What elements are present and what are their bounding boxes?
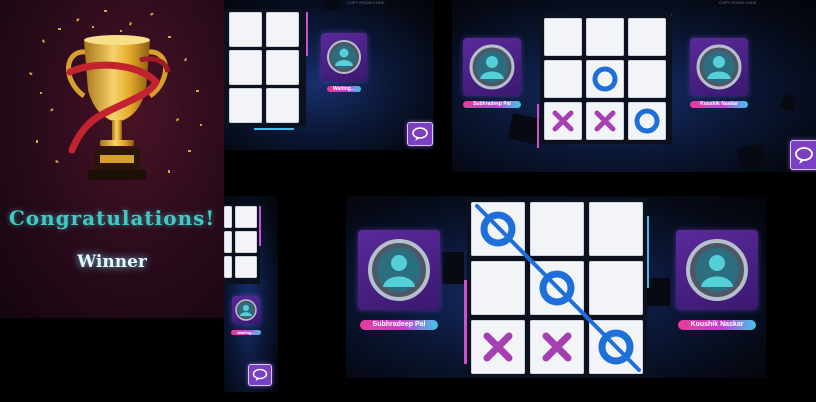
- board-cell[interactable]: [544, 60, 582, 98]
- board-cell[interactable]: [628, 60, 666, 98]
- player-name-tag: Koushik Naskar: [690, 101, 748, 108]
- player-name-tag: Subhradeep Pal: [463, 101, 521, 108]
- chat-icon: [252, 368, 268, 381]
- winner-panel: Congratulations! Winner: [0, 0, 224, 318]
- user-icon: [469, 44, 515, 90]
- player-name-tag: Waiting...: [327, 86, 361, 92]
- congratulations-heading: Congratulations!: [8, 206, 216, 230]
- trophy-icon: [66, 35, 171, 180]
- game-screen-top: COPY ROOM CODE Subhradeep Pal Koushik Na…: [452, 0, 816, 172]
- board-cell-o[interactable]: [586, 60, 624, 98]
- winning-strike-line: [475, 204, 641, 372]
- board-cell[interactable]: [235, 256, 257, 278]
- x-mark-icon: [552, 110, 574, 132]
- decor-cube: [323, 0, 341, 10]
- decor-cube: [737, 143, 767, 172]
- neon-accent: [306, 12, 308, 56]
- board-cell-x[interactable]: [544, 102, 582, 140]
- player-name-tag: Waiting...: [231, 330, 261, 335]
- winner-label: Winner: [77, 252, 147, 272]
- board-cell[interactable]: [235, 231, 257, 253]
- board-cell[interactable]: [266, 50, 299, 85]
- board-cell[interactable]: [224, 256, 232, 278]
- player-avatar: [690, 38, 748, 96]
- decor-cube: [646, 278, 670, 306]
- user-icon: [686, 239, 748, 301]
- o-mark-icon: [592, 66, 618, 92]
- board-cell[interactable]: [628, 18, 666, 56]
- chat-button[interactable]: [407, 122, 433, 146]
- board-cell[interactable]: [235, 206, 257, 228]
- decor-cube: [442, 252, 464, 284]
- room-code-label[interactable]: COPY ROOM CODE: [719, 0, 757, 5]
- game-board: [224, 9, 306, 127]
- player-avatar: [232, 296, 260, 324]
- board-cell[interactable]: [229, 50, 262, 85]
- board-cell[interactable]: [229, 12, 262, 47]
- neon-accent: [254, 128, 294, 130]
- board-cell[interactable]: [229, 88, 262, 123]
- neon-accent: [259, 206, 261, 246]
- board-cell[interactable]: [586, 18, 624, 56]
- user-icon: [368, 239, 430, 301]
- chat-icon: [412, 127, 428, 141]
- x-mark-icon: [594, 110, 616, 132]
- player-avatar: [676, 230, 758, 310]
- player-avatar: [463, 38, 521, 96]
- board-cell-x[interactable]: [586, 102, 624, 140]
- decor-cube: [780, 94, 798, 112]
- game-screen-final: Subhradeep Pal Koushik Naskar: [346, 196, 766, 378]
- chat-button[interactable]: [248, 364, 272, 386]
- game-board: [540, 14, 672, 144]
- user-icon: [327, 40, 361, 74]
- user-icon: [696, 44, 742, 90]
- room-code-label[interactable]: COPY ROOM CODE: [347, 0, 385, 5]
- chat-button[interactable]: [790, 140, 816, 170]
- game-board: [467, 198, 647, 378]
- o-mark-icon: [634, 108, 660, 134]
- neon-accent: [537, 104, 539, 148]
- board-cell[interactable]: [224, 206, 232, 228]
- player-avatar: [321, 33, 367, 81]
- board-cell[interactable]: [224, 231, 232, 253]
- board-cell[interactable]: [544, 18, 582, 56]
- game-board: [224, 204, 260, 284]
- board-cell[interactable]: [266, 12, 299, 47]
- player-name-tag: Koushik Naskar: [678, 320, 756, 330]
- waiting-screen-top: COPY ROOM CODE Waiting...: [224, 0, 434, 150]
- player-avatar: [358, 230, 440, 310]
- board-cell-o[interactable]: [628, 102, 666, 140]
- board-cell[interactable]: [266, 88, 299, 123]
- player-name-tag: Subhradeep Pal: [360, 320, 438, 330]
- waiting-screen-bottom: Waiting...: [224, 196, 278, 392]
- chat-icon: [795, 147, 813, 164]
- user-icon: [235, 299, 257, 321]
